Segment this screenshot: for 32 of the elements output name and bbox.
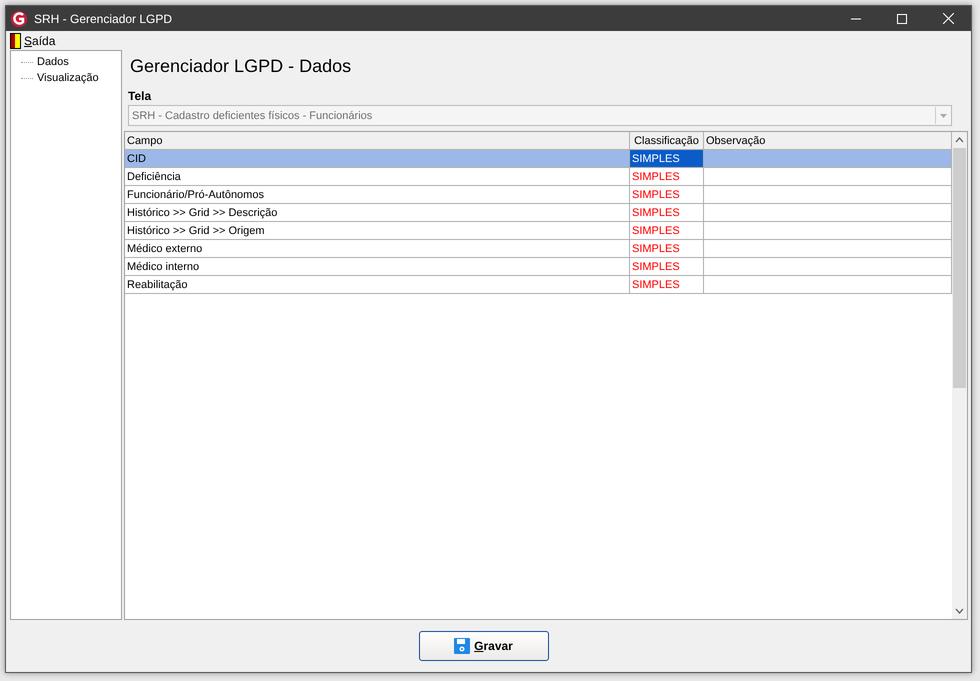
table-cell: SIMPLES — [630, 168, 704, 186]
dropdown-arrow-icon — [940, 114, 947, 118]
table-cell: Funcionário/Pró-Autônomos — [125, 186, 630, 204]
column-header[interactable]: Classificação — [630, 132, 704, 150]
page-heading: Gerenciador LGPD - Dados — [130, 56, 352, 77]
table-cell: SIMPLES — [630, 258, 704, 276]
menu-item[interactable]: Saída — [10, 32, 56, 48]
column-header[interactable]: Campo — [125, 132, 630, 150]
table-cell: SIMPLES — [630, 222, 704, 240]
table-cell: CID — [125, 150, 630, 168]
table-cell: Médico externo — [125, 240, 630, 258]
vertical-scrollbar[interactable] — [952, 132, 967, 619]
tree-item[interactable]: Dados — [35, 56, 71, 68]
close-icon — [942, 13, 954, 24]
table-cell: SIMPLES — [630, 186, 704, 204]
save-button[interactable]: Gravar — [418, 631, 548, 661]
maximize-icon — [897, 14, 907, 24]
table-cell: Deficiência — [125, 168, 630, 186]
table-cell: Reabilitação — [125, 276, 630, 294]
door-icon — [10, 32, 21, 48]
table-cell: SIMPLES — [630, 204, 704, 222]
tree-item[interactable]: Visualização — [35, 72, 101, 84]
table-cell: SIMPLES — [630, 150, 704, 168]
table-cell: Médico interno — [125, 258, 630, 276]
table-cell: SIMPLES — [630, 240, 704, 258]
window-title: SRH - Gerenciador LGPD — [34, 12, 174, 26]
app-logo-icon — [10, 10, 28, 28]
table-cell: Histórico >> Grid >> Descrição — [125, 204, 630, 222]
table-cell: SIMPLES — [630, 276, 704, 294]
table-cell: Histórico >> Grid >> Origem — [125, 222, 630, 240]
column-header[interactable]: Observação — [704, 132, 952, 150]
field-label: Tela — [128, 89, 152, 103]
